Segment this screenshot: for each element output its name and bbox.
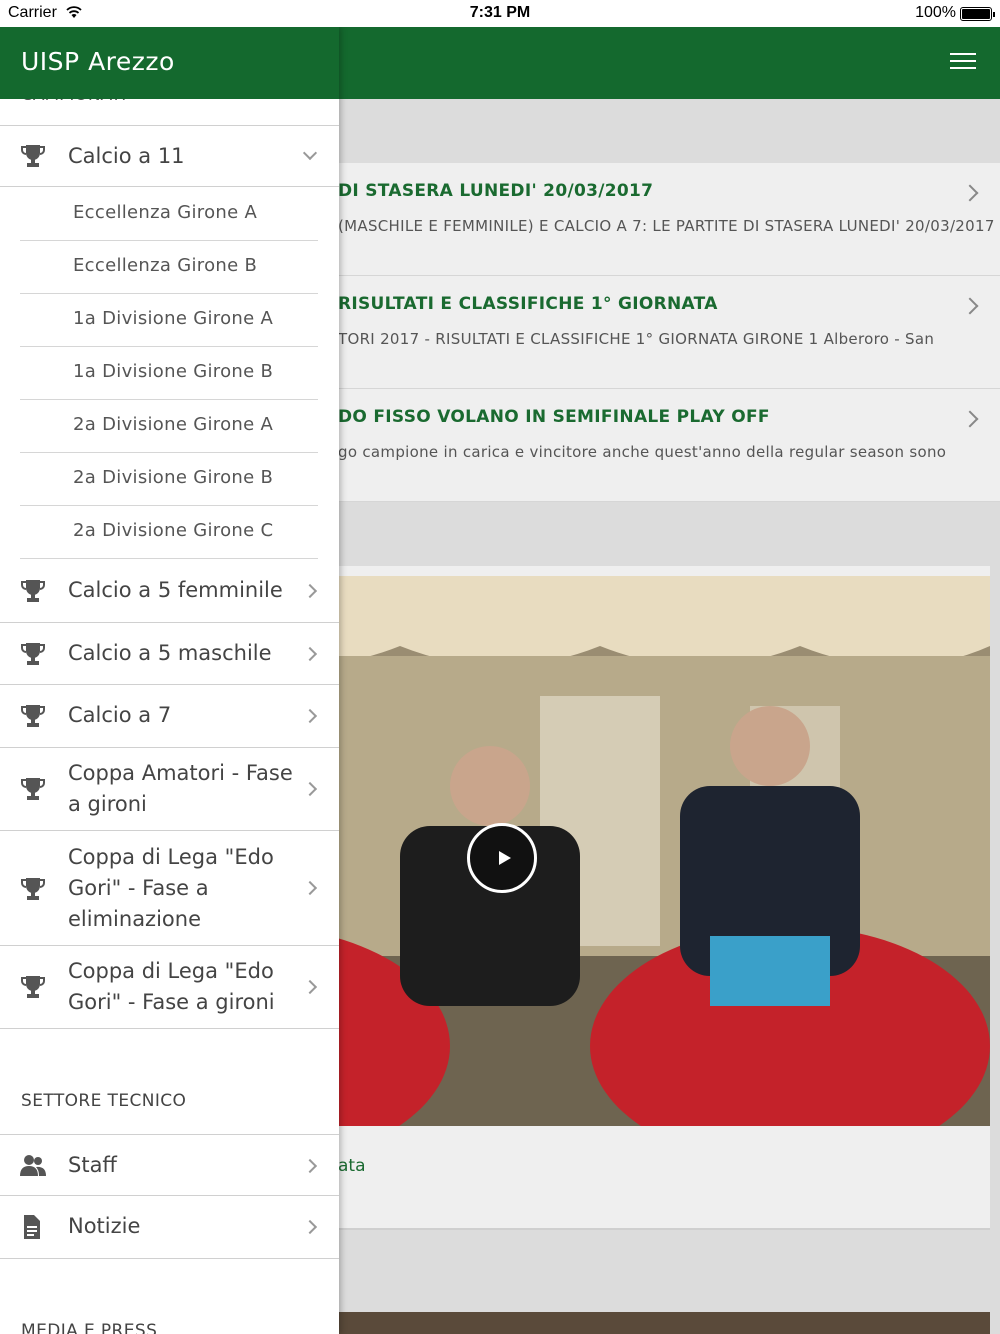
trophy-icon xyxy=(21,705,45,727)
navigation-drawer: UISP Arezzo CAMPIONATI Calcio a 11 Eccel… xyxy=(0,27,339,1334)
trophy-icon xyxy=(21,778,45,800)
menu-item-label: Calcio a 5 femminile xyxy=(68,578,283,602)
people-icon xyxy=(20,1155,46,1176)
news-title: DO FISSO VOLANO IN SEMIFINALE PLAY OFF xyxy=(338,407,770,427)
menu-item-label: Notizie xyxy=(68,1214,141,1238)
submenu-item[interactable]: 2a Divisione Girone C xyxy=(20,506,318,559)
menu-item-notizie[interactable]: Notizie xyxy=(0,1196,339,1259)
news-title: DI STASERA LUNEDI' 20/03/2017 xyxy=(338,181,654,201)
menu-item-label: Coppa di Lega "Edo Gori" - Fase a elimin… xyxy=(68,845,274,931)
submenu-label: 2a Divisione Girone B xyxy=(73,467,274,488)
menu-item[interactable]: Calcio a 7 xyxy=(0,685,339,748)
section-header-media-press: MEDIA E PRESS xyxy=(21,1321,158,1334)
submenu-item[interactable]: 1a Divisione Girone B xyxy=(20,347,318,400)
chevron-down-icon xyxy=(302,145,318,161)
section-header-settore-tecnico: SETTORE TECNICO xyxy=(21,1091,187,1111)
menu-item[interactable]: Calcio a 5 maschile xyxy=(0,623,339,685)
chevron-right-icon xyxy=(961,184,979,202)
trophy-icon xyxy=(21,580,45,602)
menu-item[interactable]: Coppa di Lega "Edo Gori" - Fase a elimin… xyxy=(0,831,339,946)
video-caption[interactable]: ata xyxy=(338,1156,366,1176)
news-description: (MASCHILE E FEMMINILE) E CALCIO A 7: LE … xyxy=(338,217,995,235)
drawer-header: UISP Arezzo xyxy=(0,27,339,99)
status-bar: Carrier 7:31 PM 100% xyxy=(0,0,1000,27)
news-title: RISULTATI E CLASSIFICHE 1° GIORNATA xyxy=(338,294,718,314)
menu-item-label: Calcio a 7 xyxy=(68,703,172,727)
app-title: UISP Arezzo xyxy=(21,47,175,76)
submenu-label: Eccellenza Girone A xyxy=(73,202,258,223)
submenu-item[interactable]: 1a Divisione Girone A xyxy=(20,294,318,347)
trophy-icon xyxy=(21,145,45,167)
submenu-label: 2a Divisione Girone C xyxy=(73,520,274,541)
chevron-right-icon xyxy=(961,297,979,315)
menu-icon[interactable] xyxy=(950,53,976,73)
chevron-right-icon xyxy=(302,979,318,995)
submenu-item[interactable]: 2a Divisione Girone B xyxy=(20,453,318,506)
play-button[interactable] xyxy=(467,823,537,893)
chevron-right-icon xyxy=(302,1158,318,1174)
trophy-icon xyxy=(21,643,45,665)
menu-item-label: Calcio a 11 xyxy=(68,144,185,168)
chevron-right-icon xyxy=(302,708,318,724)
submenu-label: 2a Divisione Girone A xyxy=(73,414,274,435)
clock: 7:31 PM xyxy=(469,4,531,21)
menu-item-label: Staff xyxy=(68,1153,117,1177)
chevron-right-icon xyxy=(961,410,979,428)
trophy-icon xyxy=(21,976,45,998)
submenu-item[interactable]: 2a Divisione Girone A xyxy=(20,400,318,453)
document-icon xyxy=(24,1215,40,1239)
menu-item-label: Coppa Amatori - Fase a gironi xyxy=(68,761,293,816)
submenu-item[interactable]: Eccellenza Girone B xyxy=(20,241,318,294)
menu-item[interactable]: Coppa di Lega "Edo Gori" - Fase a gironi xyxy=(0,946,339,1029)
news-description: TORI 2017 - RISULTATI E CLASSIFICHE 1° G… xyxy=(338,330,935,348)
menu-item-label: Coppa di Lega "Edo Gori" - Fase a gironi xyxy=(68,959,275,1014)
menu-item-calcio-a-11[interactable]: Calcio a 11 xyxy=(0,125,339,187)
battery-percent: 100% xyxy=(915,4,956,21)
news-description: go campione in carica e vincitore anche … xyxy=(338,443,947,461)
chevron-right-icon xyxy=(302,880,318,896)
submenu-label: 1a Divisione Girone A xyxy=(73,308,274,329)
submenu-label: Eccellenza Girone B xyxy=(73,255,258,276)
menu-item[interactable]: Calcio a 5 femminile xyxy=(0,560,339,623)
chevron-right-icon xyxy=(302,1219,318,1235)
trophy-icon xyxy=(21,878,45,900)
submenu-item[interactable]: Eccellenza Girone A xyxy=(20,188,318,241)
chevron-right-icon xyxy=(302,583,318,599)
menu-item-staff[interactable]: Staff xyxy=(0,1134,339,1196)
battery-icon xyxy=(960,7,995,21)
menu-item-label: Calcio a 5 maschile xyxy=(68,641,272,665)
menu-item[interactable]: Coppa Amatori - Fase a gironi xyxy=(0,748,339,831)
chevron-right-icon xyxy=(302,646,318,662)
submenu-label: 1a Divisione Girone B xyxy=(73,361,274,382)
